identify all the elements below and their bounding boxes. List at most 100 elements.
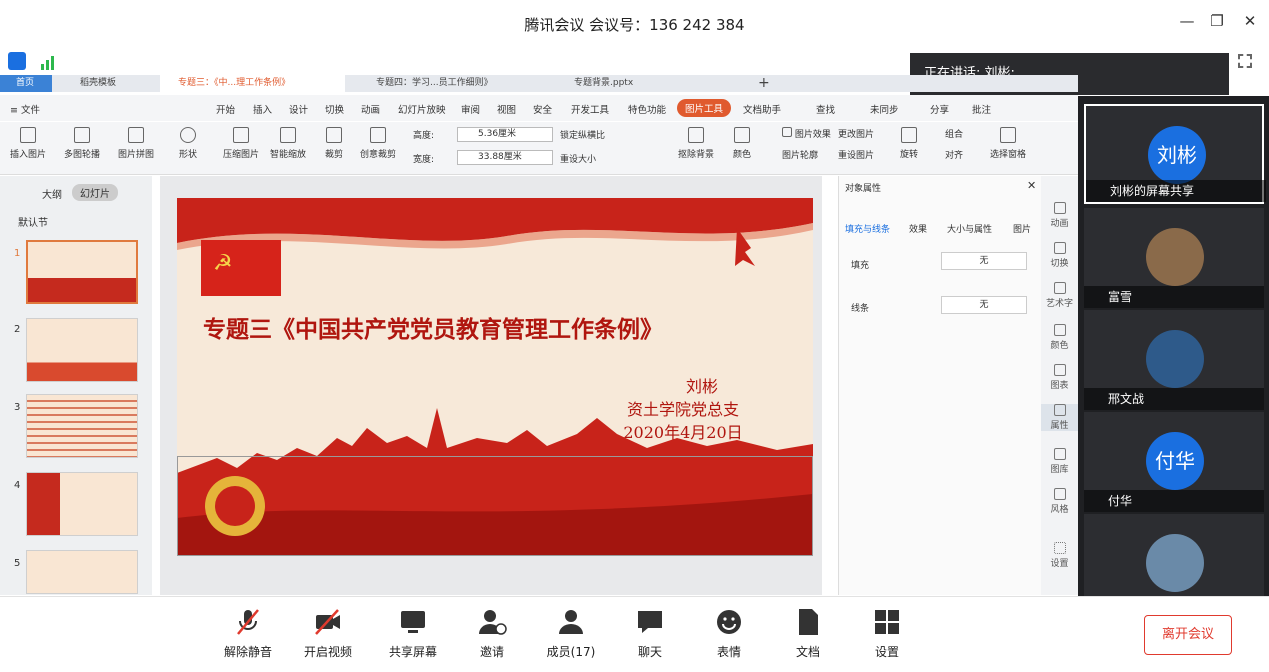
- chat-button[interactable]: 聊天: [620, 607, 680, 660]
- sidebar-settings[interactable]: 设置: [1041, 542, 1078, 569]
- emoji-icon: [717, 610, 741, 634]
- tab-docer[interactable]: 稻壳模板: [62, 75, 152, 92]
- line-label[interactable]: 线条: [851, 301, 869, 314]
- outline-tab[interactable]: 大纲: [42, 186, 62, 201]
- tab-effects[interactable]: 效果: [909, 222, 927, 235]
- shield-icon[interactable]: [8, 52, 26, 70]
- tab-background[interactable]: 专题背景.pptx: [556, 75, 741, 92]
- menu-doc-assistant[interactable]: 文档助手: [743, 102, 781, 116]
- participant-tile[interactable]: 刘彬 刘彬的屏幕共享: [1084, 104, 1266, 204]
- rotate-button[interactable]: 旋转: [900, 127, 918, 160]
- menu-animation[interactable]: 动画: [361, 102, 380, 116]
- tab-fill-line[interactable]: 填充与线条: [845, 222, 890, 235]
- menu-transition[interactable]: 切换: [325, 102, 344, 116]
- menu-file[interactable]: ≡ 文件: [10, 102, 40, 116]
- slide-thumbnail-2[interactable]: [26, 318, 138, 382]
- invite-button[interactable]: 邀请: [462, 607, 522, 660]
- sidebar-properties[interactable]: 属性: [1041, 404, 1078, 431]
- fullscreen-icon[interactable]: [1238, 54, 1252, 68]
- tab-size-properties[interactable]: 大小与属性: [947, 222, 992, 235]
- change-picture-button[interactable]: 更改图片: [838, 127, 874, 140]
- selection-pane-button[interactable]: 选择窗格: [990, 127, 1026, 160]
- start-video-button[interactable]: 开启视频: [298, 607, 358, 660]
- participant-tile[interactable]: 邢文战: [1084, 310, 1264, 410]
- compress-button[interactable]: 压缩图片: [223, 127, 259, 160]
- document-icon: [799, 609, 818, 635]
- slide-thumbnail-4[interactable]: [26, 472, 138, 536]
- menu-security[interactable]: 安全: [533, 102, 552, 116]
- participant-name: 邢文战: [1084, 388, 1264, 410]
- smart-scale-button[interactable]: 智能缩放: [270, 127, 306, 160]
- participant-tile[interactable]: 富雪: [1084, 208, 1264, 308]
- tab-topic-four[interactable]: 专题四：学习...员工作细则》: [358, 75, 543, 92]
- line-dropdown[interactable]: 无: [941, 296, 1027, 314]
- menu-picture-tools[interactable]: 图片工具: [677, 99, 732, 117]
- participant-tile[interactable]: 付华 付华: [1084, 412, 1264, 512]
- restore-button[interactable]: ❐: [1207, 12, 1227, 30]
- menu-insert[interactable]: 插入: [253, 102, 272, 116]
- participant-name: 刘彬的屏幕共享: [1086, 180, 1266, 202]
- new-tab-button[interactable]: +: [755, 75, 775, 92]
- tab-home[interactable]: 首页: [0, 75, 52, 92]
- remove-background-button[interactable]: 抠除背景: [678, 127, 714, 160]
- close-button[interactable]: ✕: [1240, 12, 1260, 30]
- width-input[interactable]: 33.88厘米: [457, 150, 553, 165]
- slide-thumbnail-3[interactable]: [26, 394, 138, 458]
- sidebar-style[interactable]: 风格: [1041, 488, 1078, 515]
- menu-view[interactable]: 视图: [497, 102, 516, 116]
- fill-label[interactable]: 填充: [851, 258, 869, 271]
- menu-review[interactable]: 审阅: [461, 102, 480, 116]
- close-icon[interactable]: ✕: [1027, 179, 1036, 192]
- share-screen-icon: [401, 611, 425, 633]
- tab-picture[interactable]: 图片: [1013, 222, 1031, 235]
- sidebar-transition[interactable]: 切换: [1041, 242, 1078, 269]
- menu-unsynced[interactable]: 未同步: [870, 102, 899, 116]
- sidebar-chart[interactable]: 图表: [1041, 364, 1078, 391]
- slides-tab[interactable]: 幻灯片: [72, 184, 118, 201]
- participant-tile[interactable]: [1084, 514, 1264, 596]
- collage-button[interactable]: 图片拼图: [118, 127, 154, 160]
- signal-icon[interactable]: [40, 54, 58, 70]
- slide-thumbnail-5[interactable]: [26, 550, 138, 594]
- reactions-button[interactable]: 表情: [699, 607, 759, 660]
- insert-picture-button[interactable]: 插入图片: [10, 127, 46, 160]
- group-button[interactable]: 组合: [945, 127, 963, 140]
- crop-button[interactable]: 裁剪: [325, 127, 343, 160]
- current-slide[interactable]: ☭ 专题三《中国共产党党员教育管理工作条例》 刘彬 资土学院党总支 2020年4…: [177, 198, 813, 556]
- menu-design[interactable]: 设计: [289, 102, 308, 116]
- members-button[interactable]: 成员(17): [541, 607, 601, 660]
- reset-size-button[interactable]: 重设大小: [560, 152, 596, 165]
- creative-crop-button[interactable]: 创意裁剪: [360, 127, 396, 160]
- picture-effects-button[interactable]: 图片效果: [782, 127, 831, 140]
- menu-start[interactable]: 开始: [216, 102, 235, 116]
- sidebar-wordart[interactable]: 艺术字: [1041, 282, 1078, 309]
- sidebar-gallery[interactable]: 图库: [1041, 448, 1078, 475]
- fill-dropdown[interactable]: 无: [941, 252, 1027, 270]
- leave-meeting-button[interactable]: 离开会议: [1144, 615, 1232, 655]
- menu-developer[interactable]: 开发工具: [571, 102, 609, 116]
- menu-find[interactable]: 查找: [816, 102, 835, 116]
- documents-button[interactable]: 文档: [778, 607, 838, 660]
- sidebar-color[interactable]: 颜色: [1041, 324, 1078, 351]
- menu-comment[interactable]: 批注: [972, 102, 991, 116]
- shape-button[interactable]: 形状: [179, 127, 197, 160]
- multi-carousel-button[interactable]: 多图轮播: [64, 127, 100, 160]
- selection-box[interactable]: [177, 456, 813, 556]
- color-button[interactable]: 颜色: [733, 127, 751, 160]
- menu-share[interactable]: 分享: [930, 102, 949, 116]
- menu-features[interactable]: 特色功能: [628, 102, 666, 116]
- minimize-button[interactable]: —: [1177, 12, 1197, 30]
- sidebar-animation[interactable]: 动画: [1041, 202, 1078, 229]
- unmute-button[interactable]: 解除静音: [218, 607, 278, 660]
- lock-ratio-checkbox[interactable]: 锁定纵横比: [560, 128, 605, 141]
- settings-button[interactable]: 设置: [857, 607, 917, 660]
- share-screen-button[interactable]: 共享屏幕: [383, 607, 443, 660]
- tab-topic-three[interactable]: 专题三：《中...理工作条例》: [160, 75, 345, 92]
- picture-outline-button[interactable]: 图片轮廓: [782, 148, 818, 161]
- menu-slideshow[interactable]: 幻灯片放映: [398, 102, 446, 116]
- reset-picture-button[interactable]: 重设图片: [838, 148, 874, 161]
- creative-crop-icon: [370, 127, 386, 143]
- slide-thumbnail-1[interactable]: [26, 240, 138, 304]
- height-input[interactable]: 5.36厘米: [457, 127, 553, 142]
- align-button[interactable]: 对齐: [945, 148, 963, 161]
